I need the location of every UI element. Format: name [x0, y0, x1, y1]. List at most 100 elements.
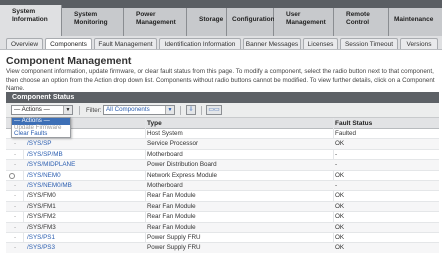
- actions-select[interactable]: — Actions — ▼: [11, 105, 73, 115]
- table-row: - /SYS/PS1 Power Supply FRU OK: [6, 233, 439, 244]
- component-name-link[interactable]: /SYS/SP: [27, 139, 52, 149]
- no-select-marker: -: [13, 161, 17, 169]
- toolbar-divider: [79, 106, 80, 115]
- component-name-link[interactable]: /SYS/NEM0/MB: [27, 181, 72, 191]
- top-navigation: System Information System Monitoring Pow…: [0, 0, 442, 36]
- fault-status: OK: [335, 223, 345, 231]
- column-header-fault-status[interactable]: Fault Status: [335, 118, 372, 129]
- export-icon[interactable]: ⇩: [186, 105, 196, 115]
- component-name-link[interactable]: /SYS/NEM0: [27, 171, 61, 181]
- chevron-down-icon: ▼: [165, 106, 174, 114]
- table-row: - /SYS/FM0 Rear Fan Module OK: [6, 191, 439, 202]
- nav-tab-label: Maintenance: [394, 16, 434, 23]
- table-row: - /SYS/SP Service Processor OK: [6, 139, 439, 150]
- component-type: Rear Fan Module: [147, 213, 196, 221]
- table-toolbar: — Actions — ▼ Filter: All Components ▼ ⇩…: [6, 103, 439, 118]
- table-row: - /SYS/FM3 Rear Fan Module OK: [6, 222, 439, 233]
- nav-tab-label: System: [12, 8, 36, 15]
- component-name: /SYS/FM1: [27, 202, 56, 210]
- no-select-marker: -: [13, 140, 17, 148]
- fault-status: OK: [335, 213, 345, 221]
- component-table-body: Host System Faulted - /SYS/SP Service Pr…: [6, 129, 439, 253]
- subtab-licenses[interactable]: Licenses: [303, 38, 338, 49]
- nav-tab-system-monitoring[interactable]: System Monitoring: [62, 8, 124, 36]
- nav-tab-remote-control[interactable]: Remote Control: [334, 8, 389, 36]
- component-name-link[interactable]: /SYS/SP/MB: [27, 150, 63, 160]
- fault-status: -: [335, 161, 338, 169]
- component-name: /SYS/FM0: [27, 192, 56, 200]
- subtab-fault-management[interactable]: Fault Management: [94, 38, 157, 49]
- component-name: /SYS/FM2: [27, 213, 56, 221]
- fault-status: OK: [335, 140, 345, 148]
- subtab-banner-messages[interactable]: Banner Messages: [243, 38, 301, 49]
- toolbar-divider: [180, 106, 181, 115]
- menu-item-clear-faults[interactable]: Clear Faults: [12, 131, 70, 138]
- no-select-marker: -: [13, 233, 17, 241]
- toolbar-divider: [201, 106, 202, 115]
- no-select-marker: -: [13, 181, 17, 189]
- nav-tab-power-management[interactable]: Power Management: [124, 8, 187, 36]
- subtab-session-timeout[interactable]: Session Timeout: [340, 38, 398, 49]
- table-row: - /SYS/MIDPLANE Power Distribution Board…: [6, 160, 439, 171]
- component-type: Host System: [147, 130, 183, 137]
- nav-tab-label: Remote: [346, 11, 370, 18]
- no-select-marker: -: [13, 213, 17, 221]
- component-type: Rear Fan Module: [147, 192, 196, 200]
- page-description: View component information, update firmw…: [6, 68, 435, 93]
- subtab-components[interactable]: Components: [45, 38, 92, 49]
- actions-select-value: — Actions —: [14, 106, 50, 113]
- no-select-marker: -: [13, 202, 17, 210]
- component-type: Power Supply FRU: [147, 233, 201, 241]
- component-type: Rear Fan Module: [147, 202, 196, 210]
- no-select-marker: -: [13, 150, 17, 158]
- table-row: - /SYS/FM2 Rear Fan Module OK: [6, 212, 439, 223]
- fault-status: OK: [335, 244, 345, 252]
- row-select-radio[interactable]: [9, 172, 15, 179]
- table-row: - /SYS/SP/MB Motherboard -: [6, 150, 439, 161]
- filter-select[interactable]: All Components ▼: [103, 105, 175, 115]
- table-row: - /SYS/NEM0/MB Motherboard -: [6, 180, 439, 192]
- table-row: /SYS/NEM0 Network Express Module OK: [6, 171, 439, 181]
- nav-tab-label: Management: [136, 19, 176, 26]
- table-row: - /SYS/FM1 Rear Fan Module OK: [6, 201, 439, 213]
- table-row: - /SYS/PS3 Power Supply FRU OK: [6, 243, 439, 253]
- fault-status: -: [335, 150, 338, 158]
- subtab-identification-information[interactable]: Identification Information: [159, 38, 241, 49]
- nav-tab-label: Control: [346, 19, 370, 26]
- nav-tab-maintenance[interactable]: Maintenance: [389, 8, 442, 36]
- subtab-versions[interactable]: Versions: [400, 38, 438, 49]
- nav-tab-label: Information: [12, 16, 48, 23]
- nav-tab-configuration[interactable]: Configuration: [227, 8, 275, 36]
- table-view-icon[interactable]: ▭▭: [206, 105, 222, 115]
- component-type: Motherboard: [147, 150, 183, 158]
- component-name-link[interactable]: /SYS/MIDPLANE: [27, 160, 75, 170]
- no-select-marker: -: [13, 244, 17, 252]
- no-select-marker: -: [13, 192, 17, 200]
- component-type: Motherboard: [147, 181, 183, 189]
- component-type: Network Express Module: [147, 171, 217, 179]
- nav-tab-user-management[interactable]: User Management: [274, 8, 334, 36]
- fault-status: OK: [335, 192, 345, 200]
- no-select-marker: -: [13, 223, 17, 231]
- nav-tab-storage[interactable]: Storage: [187, 8, 227, 36]
- nav-tab-label: Storage: [199, 16, 224, 23]
- component-name-link[interactable]: /SYS/PS3: [27, 243, 55, 253]
- chevron-down-icon: ▼: [63, 106, 72, 114]
- subtab-bar: Overview Components Fault Management Ide…: [0, 36, 442, 50]
- nav-tab-system-information[interactable]: System Information: [0, 5, 62, 36]
- fault-status: OK: [335, 171, 345, 179]
- nav-tab-label: Configuration: [232, 16, 275, 23]
- component-type: Power Supply FRU: [147, 244, 201, 252]
- component-name-link[interactable]: /SYS/PS1: [27, 233, 55, 243]
- subtab-overview[interactable]: Overview: [6, 38, 43, 49]
- fault-status: -: [335, 181, 338, 189]
- filter-label: Filter:: [86, 107, 102, 114]
- column-header-type[interactable]: Type: [147, 118, 162, 129]
- fault-status: OK: [335, 233, 345, 241]
- nav-tab-label: System: [74, 11, 98, 18]
- nav-tab-label: User: [286, 11, 301, 18]
- component-type: Power Distribution Board: [147, 161, 217, 169]
- fault-status: OK: [335, 202, 345, 210]
- nav-tab-label: Management: [286, 19, 326, 26]
- fault-status: Faulted: [335, 130, 357, 137]
